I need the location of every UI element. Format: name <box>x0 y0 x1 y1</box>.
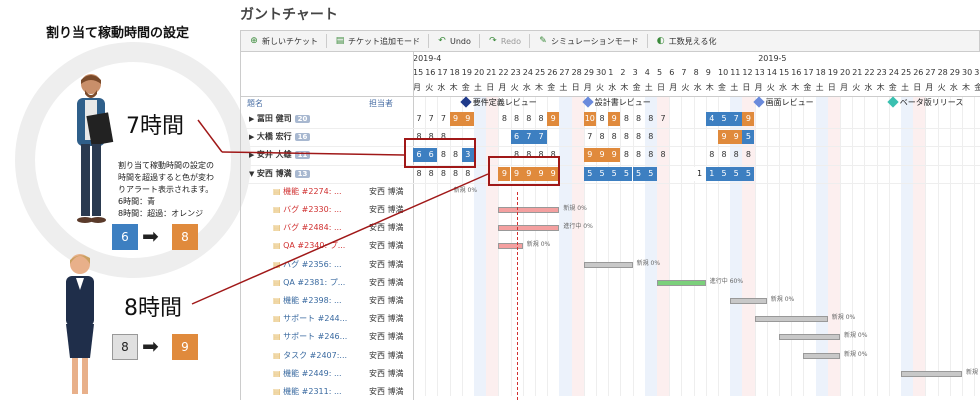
annotation-overlay <box>191 119 489 305</box>
connector-line <box>191 173 489 305</box>
connector-line <box>197 119 223 153</box>
connector-line <box>221 151 405 156</box>
highlight-box-8h <box>488 156 560 186</box>
highlight-box-7h <box>404 138 476 168</box>
